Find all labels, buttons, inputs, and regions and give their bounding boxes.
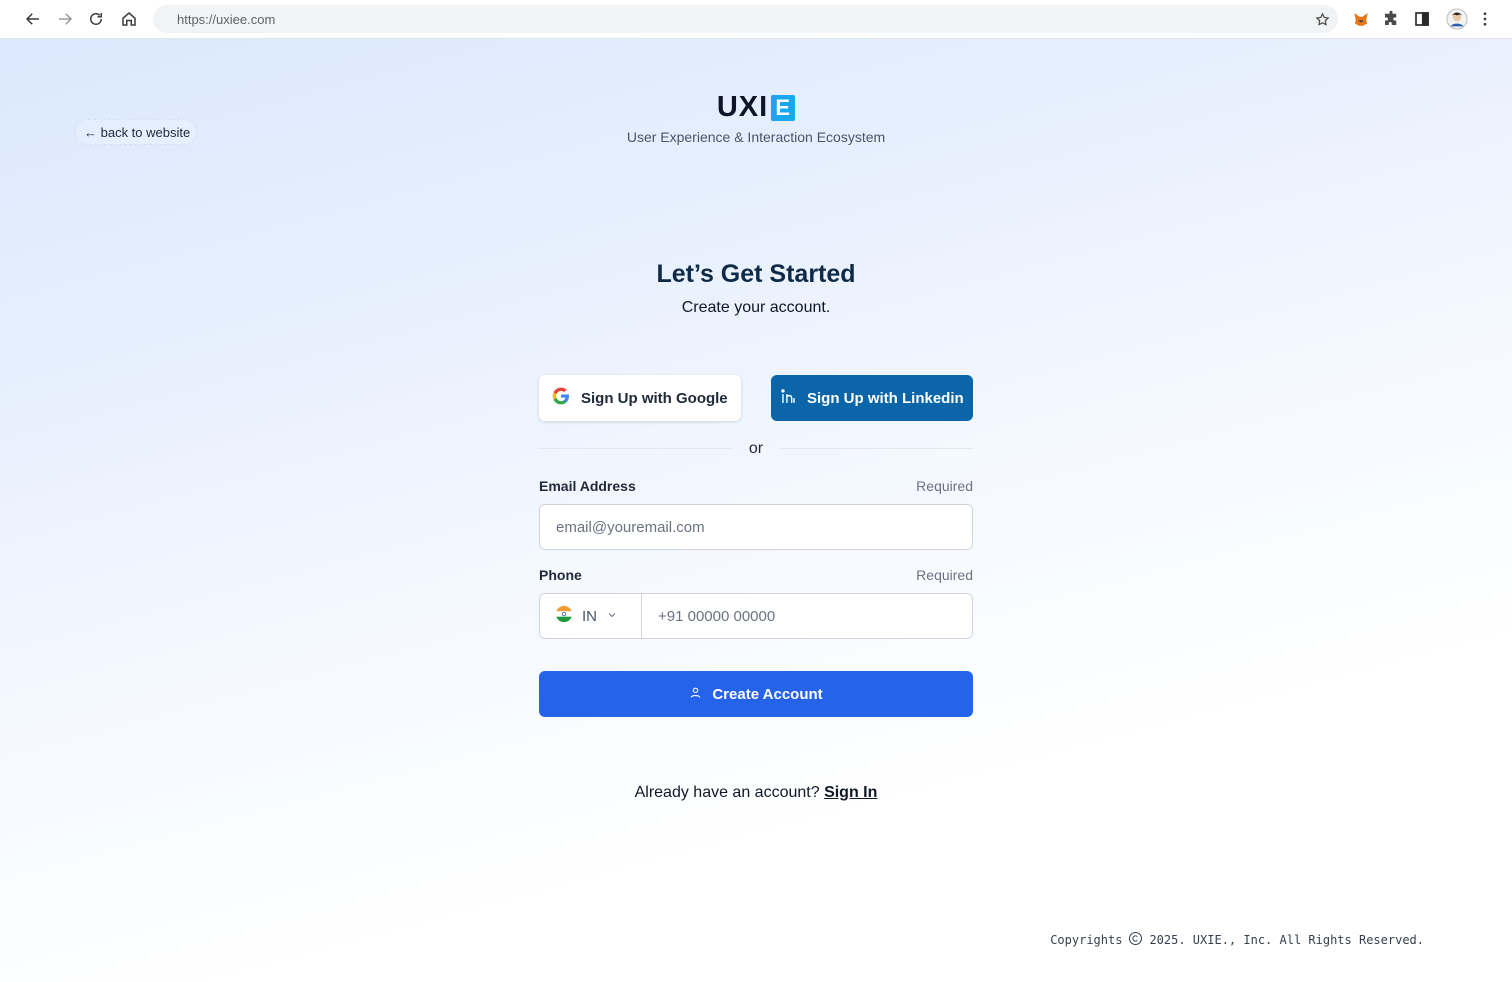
copyright-prefix: Copyrights <box>1050 933 1123 947</box>
country-code-text: IN <box>582 607 597 625</box>
country-code-select[interactable]: IN <box>540 594 642 638</box>
phone-label: Phone <box>539 567 582 583</box>
logo: UXI E <box>0 91 1512 124</box>
copyright-icon <box>1128 931 1143 949</box>
user-icon <box>689 686 702 703</box>
email-required-text: Required <box>916 478 973 494</box>
browser-toolbar: https://uxiee.com <box>0 0 1512 39</box>
fox-extension-icon[interactable] <box>1350 8 1372 30</box>
chevron-down-icon <box>606 608 618 625</box>
copyright-footer: Copyrights 2025. UXIE., Inc. All Rights … <box>1050 931 1424 949</box>
signin-prompt-text: Already have an account? <box>634 784 820 801</box>
copyright-text: 2025. UXIE., Inc. All Rights Reserved. <box>1149 933 1424 947</box>
page-subtitle: Create your account. <box>681 299 831 316</box>
signup-page: ← back to website UXI E User Experience … <box>0 39 1512 982</box>
divider-or-text: or <box>748 440 764 457</box>
more-menu-icon[interactable] <box>1474 8 1496 30</box>
url-text: https://uxiee.com <box>177 12 276 27</box>
signin-link[interactable]: Sign In <box>824 784 877 801</box>
divider-right <box>780 448 973 449</box>
tagline: User Experience & Interaction Ecosystem <box>626 129 886 145</box>
profile-avatar[interactable] <box>1446 8 1468 30</box>
india-flag-icon <box>555 605 573 627</box>
address-bar[interactable]: https://uxiee.com <box>153 5 1338 33</box>
side-panel-icon[interactable] <box>1411 8 1433 30</box>
google-signup-button[interactable]: Sign Up with Google <box>539 375 741 421</box>
email-label: Email Address <box>539 478 636 494</box>
logo-highlight: E <box>771 94 796 121</box>
page-title: Let’s Get Started <box>656 260 856 288</box>
linkedin-button-label: Sign Up with Linkedin <box>807 389 964 407</box>
forward-arrow-icon[interactable] <box>53 7 77 31</box>
phone-required-text: Required <box>916 567 973 583</box>
create-account-button[interactable]: Create Account <box>539 671 973 717</box>
linkedin-signup-button[interactable]: Sign Up with Linkedin <box>771 375 973 421</box>
linkedin-icon <box>779 387 798 410</box>
signin-prompt-row: Already have an account? Sign In <box>0 784 1512 802</box>
divider-left <box>539 448 732 449</box>
puzzle-extension-icon[interactable] <box>1380 8 1402 30</box>
create-account-label: Create Account <box>712 685 823 703</box>
home-icon[interactable] <box>117 7 141 31</box>
back-arrow-icon[interactable] <box>21 7 45 31</box>
star-icon[interactable] <box>1312 9 1332 29</box>
phone-number-field[interactable] <box>643 594 972 638</box>
phone-field-group: IN <box>539 593 973 639</box>
google-icon <box>551 386 571 410</box>
logo-text: UXI <box>716 91 769 123</box>
email-field[interactable] <box>539 504 973 550</box>
reload-icon[interactable] <box>84 7 108 31</box>
google-button-label: Sign Up with Google <box>581 389 728 407</box>
